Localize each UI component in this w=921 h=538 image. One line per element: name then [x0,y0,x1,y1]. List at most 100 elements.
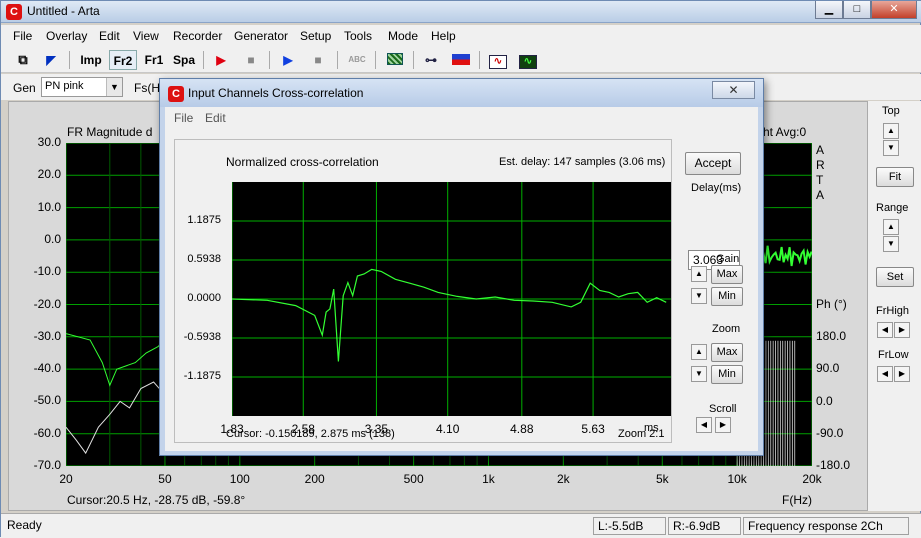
copy-button[interactable]: ⧉ [11,50,35,70]
frlow-right-button[interactable]: ▶ [894,366,910,382]
main-titlebar[interactable]: C Untitled - Arta ▁ □ ✕ [1,1,921,23]
close-button[interactable]: ✕ [871,1,917,19]
arrow-up-icon: ▲ [695,269,703,278]
cc-zoom-info: Zoom 2:1 [618,428,665,440]
arrow-up-icon: ▲ [887,126,895,135]
arrow-down-icon: ▼ [695,291,703,300]
record-play-button[interactable]: ▶ [209,50,233,70]
menu-generator[interactable]: Generator [234,29,288,43]
close-icon: ✕ [728,83,739,97]
generator-stop-button[interactable]: ■ [306,50,330,70]
impulse-mode-button[interactable]: Imp [77,50,105,70]
status-left-level: L:-5.5dB [593,517,666,535]
cc-cursor-readout: Cursor: -0.150189, 2.875 ms (138) [226,428,395,440]
fr2-mode-button[interactable]: Fr2 [109,50,137,70]
arta-logo-icon: C [168,86,184,102]
cc-x-tick-label: 4.10 [436,422,460,436]
generator-select[interactable]: PN pink ▼ [41,77,123,97]
menu-file[interactable]: File [13,29,32,43]
calibrate-button[interactable] [383,50,407,70]
window-title: Untitled - Arta [27,4,100,18]
record-stop-button[interactable]: ■ [239,50,263,70]
toolbar-separator [69,51,70,69]
frhigh-right-button[interactable]: ▶ [894,322,910,338]
gain-down-button[interactable]: ▼ [691,288,707,304]
arta-letter: A [816,143,825,157]
menu-overlay[interactable]: Overlay [46,29,87,43]
cc-plot-title: Normalized cross-correlation [226,155,379,169]
arrow-right-icon: ▶ [719,420,727,429]
fit-button[interactable]: Fit [876,167,914,187]
cc-x-tick-label: 4.88 [510,422,534,436]
cursor-button[interactable]: ◤ [39,50,63,70]
arta-logo-icon: C [6,4,22,20]
phase-tick-label: 0.0 [816,393,833,408]
magnitude-tick-label: 0.0 [44,231,61,246]
frequency-unit: F(Hz) [782,493,812,507]
toolbar-separator [203,51,204,69]
cc-y-tick-label: -0.5938 [183,331,221,344]
range-up-button[interactable]: ▲ [883,219,899,235]
accept-button[interactable]: Accept [685,152,741,175]
menu-edit[interactable]: Edit [99,29,120,43]
dialog-menu-edit[interactable]: Edit [205,111,226,125]
menu-help[interactable]: Help [431,29,456,43]
zoom-max-button[interactable]: Max [711,343,743,362]
menu-view[interactable]: View [133,29,159,43]
stop-gray-icon: ■ [314,53,322,67]
status-mode: Frequency response 2Ch [743,517,909,535]
zoom-down-button[interactable]: ▼ [691,366,707,382]
set-button[interactable]: Set [876,267,914,287]
zoom-up-button[interactable]: ▲ [691,344,707,360]
dialog-menu-file[interactable]: File [174,111,193,125]
top-down-button[interactable]: ▼ [883,140,899,156]
dialog-menubar: File Edit [165,107,758,129]
gain-up-button[interactable]: ▲ [691,266,707,282]
magnitude-tick-label: -70.0 [33,458,61,472]
gain-max-button[interactable]: Max [711,265,743,284]
level-meter-icon [452,54,470,65]
menu-tools[interactable]: Tools [344,29,372,43]
frequency-tick-label: 2k [556,472,570,486]
spectrum-mode-button[interactable]: Spa [170,50,198,70]
frequency-tick-label: 50 [158,472,172,486]
magnitude-tick-label: -20.0 [33,296,61,311]
arrow-right-icon: ▶ [898,369,906,378]
minimize-button[interactable]: ▁ [815,1,843,19]
probe-button[interactable]: ⊶ [419,50,443,70]
abc-button[interactable]: ABC [344,50,370,70]
frlow-left-button[interactable]: ◀ [877,366,893,382]
top-label: Top [882,105,900,117]
range-down-button[interactable]: ▼ [883,236,899,252]
arta-letter: R [816,158,825,172]
menu-mode[interactable]: Mode [388,29,418,43]
signal-button[interactable]: ∿ [486,50,510,70]
frhigh-left-button[interactable]: ◀ [877,322,893,338]
frequency-tick-label: 20 [59,472,73,486]
menu-recorder[interactable]: Recorder [173,29,222,43]
generator-play-button[interactable]: ▶ [276,50,300,70]
main-toolbar: ⧉ ◤ Imp Fr2 Fr1 Spa ▶ ■ ▶ ■ ABC ⊶ ∿ ∿ [1,47,921,73]
dialog-body: Normalized cross-correlation Est. delay:… [165,129,758,451]
maximize-button[interactable]: □ [843,1,871,19]
top-up-button[interactable]: ▲ [883,123,899,139]
gain-min-button[interactable]: Min [711,287,743,306]
cc-x-tick-label: 5.63 [581,422,605,436]
cross-correlation-plot[interactable] [231,182,671,416]
level-button[interactable] [449,50,473,70]
estimated-delay: Est. delay: 147 samples (3.06 ms) [499,156,666,168]
arrow-left-icon: ◀ [700,420,708,429]
zoom-min-button[interactable]: Min [711,365,743,384]
scroll-left-button[interactable]: ◀ [696,417,712,433]
scroll-right-button[interactable]: ▶ [715,417,731,433]
play-red-icon: ▶ [216,53,226,67]
scope-button[interactable]: ∿ [516,50,540,70]
dialog-titlebar[interactable]: C Input Channels Cross-correlation ✕ [160,79,763,107]
fr1-mode-button[interactable]: Fr1 [140,50,168,70]
dialog-close-button[interactable]: ✕ [712,81,755,99]
menu-setup[interactable]: Setup [300,29,331,43]
frhigh-label: FrHigh [876,305,910,317]
status-right-level: R:-6.9dB [668,517,741,535]
arrow-up-icon: ▲ [887,222,895,231]
generator-value: PN pink [45,80,84,92]
